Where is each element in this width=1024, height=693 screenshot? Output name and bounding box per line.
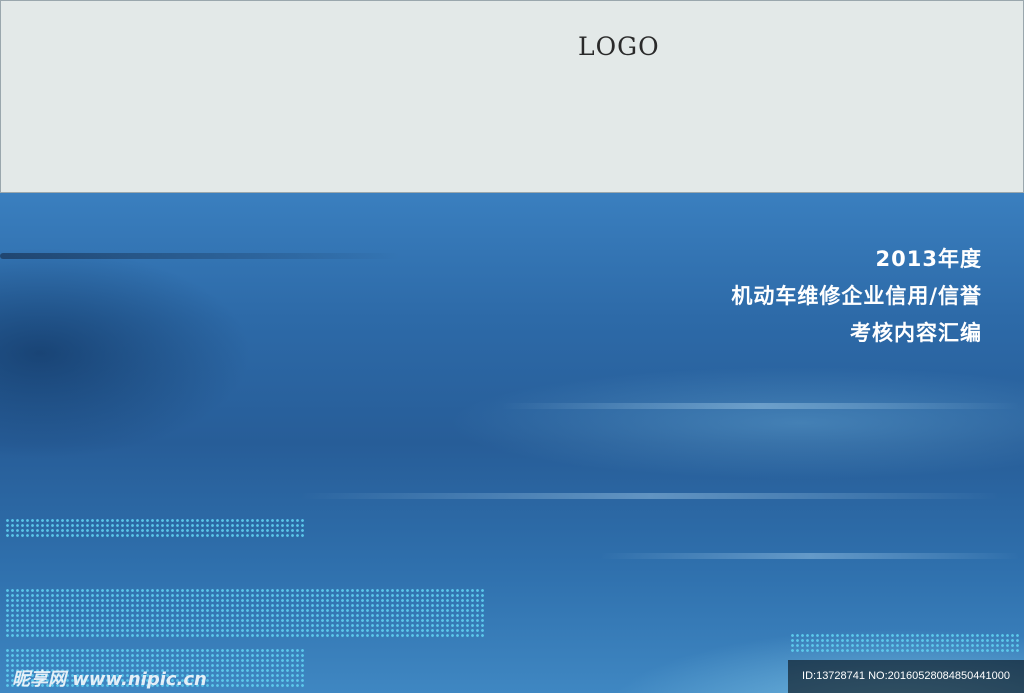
cover-title-sub: 考核内容汇编 xyxy=(850,321,982,345)
dot-pattern xyxy=(790,633,1020,653)
watermark-id: ID:13728741 NO:20160528084850441000 xyxy=(788,660,1024,693)
logo-text: LOGO xyxy=(578,32,660,61)
cover-title-year: 2013年度 xyxy=(875,247,982,271)
dot-pattern xyxy=(5,588,485,638)
cover-title-main: 机动车维修企业信用/信誉 xyxy=(731,284,982,308)
light-streak xyxy=(500,403,1020,409)
light-streak xyxy=(0,253,400,259)
cover-background: 2013年度 机动车维修企业信用/信誉 考核内容汇编 xyxy=(0,193,1024,693)
light-streak xyxy=(300,493,1000,499)
watermark-site: 昵享网 www.nipic.cn xyxy=(12,669,207,690)
dot-pattern xyxy=(5,518,305,538)
logo-panel: LOGO xyxy=(0,0,1024,193)
light-streak xyxy=(600,553,1020,559)
